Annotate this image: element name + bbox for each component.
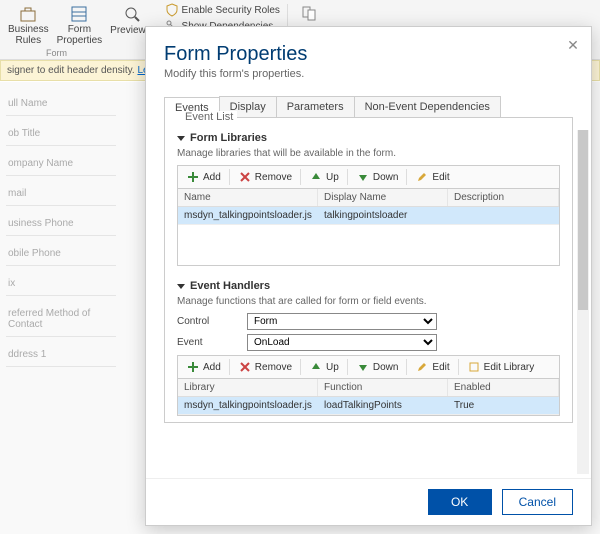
dialog-title: Form Properties [164,43,573,66]
arrow-down-icon [356,360,370,374]
form-field[interactable]: ob Title [6,122,116,146]
business-rules-button[interactable]: Business Rules [4,2,53,50]
scrollbar[interactable] [577,130,589,474]
col-name: Name [178,189,318,206]
up-button[interactable]: Up [303,168,345,186]
col-lib: Library [178,379,318,396]
fieldset-legend: Event List [181,111,237,123]
label: Business Rules [8,25,49,46]
collapse-icon [177,284,185,289]
cancel-button[interactable]: Cancel [502,489,573,515]
handlers-desc: Manage functions that are called for for… [177,296,560,307]
plus-icon [186,360,200,374]
label: Event Handlers [190,280,270,292]
col-display: Display Name [318,189,448,206]
remove-button[interactable]: Remove [232,358,298,376]
libs-row[interactable]: msdyn_talkingpointsloader.js talkingpoin… [178,207,559,225]
library-icon [467,360,481,374]
remove-button[interactable]: Remove [232,168,298,186]
arrow-up-icon [309,170,323,184]
pencil-icon [415,170,429,184]
event-handlers-header[interactable]: Event Handlers [177,280,560,292]
edit-button[interactable]: Edit [409,358,455,376]
control-select[interactable]: Form [247,313,437,330]
edit-library-button[interactable]: Edit Library [461,358,541,376]
form-field[interactable]: ull Name [6,92,116,116]
form-icon [69,4,89,24]
libs-toolbar: Add Remove Up Down Edit [177,165,560,188]
form-field[interactable]: obile Phone [6,242,116,266]
close-button[interactable]: ✕ [565,37,581,53]
col-fn: Function [318,379,448,396]
add-button[interactable]: Add [180,168,227,186]
ok-button[interactable]: OK [428,489,492,515]
dialog-subtitle: Modify this form's properties. [164,68,573,80]
form-field[interactable]: ddress 1 [6,343,116,367]
ribbon-group-label: Form [46,48,67,58]
col-enabled: Enabled [448,379,559,396]
magnifier-icon [122,4,142,24]
down-button[interactable]: Down [350,358,405,376]
handlers-grid[interactable]: Library Function Enabled msdyn_talkingpo… [177,378,560,416]
libs-grid[interactable]: Name Display Name Description msdyn_talk… [177,188,560,266]
form-libraries-header[interactable]: Form Libraries [177,132,560,144]
add-button[interactable]: Add [180,358,227,376]
event-label: Event [177,337,247,348]
arrow-up-icon [309,360,323,374]
pencil-icon [415,360,429,374]
handlers-toolbar: Add Remove Up Down Edit Edit Library [177,355,560,378]
enable-security-roles-button[interactable]: Enable Security Roles [162,2,283,18]
tab-parameters[interactable]: Parameters [276,96,355,117]
form-field[interactable]: mail [6,182,116,206]
label: Form Libraries [190,132,267,144]
form-field[interactable]: ix [6,272,116,296]
briefcase-icon [18,4,38,24]
collapse-icon [177,136,185,141]
form-properties-button[interactable]: Form Properties [53,2,107,50]
up-button[interactable]: Up [303,358,345,376]
down-button[interactable]: Down [350,168,405,186]
plus-icon [186,170,200,184]
libs-desc: Manage libraries that will be available … [177,148,560,159]
form-field[interactable]: ompany Name [6,152,116,176]
edit-button[interactable]: Edit [409,168,455,186]
tab-non-event-deps[interactable]: Non-Event Dependencies [354,96,501,117]
handlers-row[interactable]: msdyn_talkingpointsloader.js loadTalking… [178,397,559,415]
event-select[interactable]: OnLoad [247,334,437,351]
shield-icon [165,3,179,17]
form-field[interactable]: usiness Phone [6,212,116,236]
scrollbar-thumb[interactable] [578,130,588,310]
arrow-down-icon [356,170,370,184]
banner-text: signer to edit header density. [7,65,137,76]
form-properties-dialog: ✕ Form Properties Modify this form's pro… [145,26,592,526]
col-desc: Description [448,189,559,206]
label: Form Properties [57,25,103,46]
delete-icon [238,360,252,374]
control-label: Control [177,316,247,327]
delete-icon [238,170,252,184]
label: Enable Security Roles [182,5,280,16]
merge-icon [300,4,320,24]
form-field[interactable]: referred Method of Contact [6,302,116,337]
